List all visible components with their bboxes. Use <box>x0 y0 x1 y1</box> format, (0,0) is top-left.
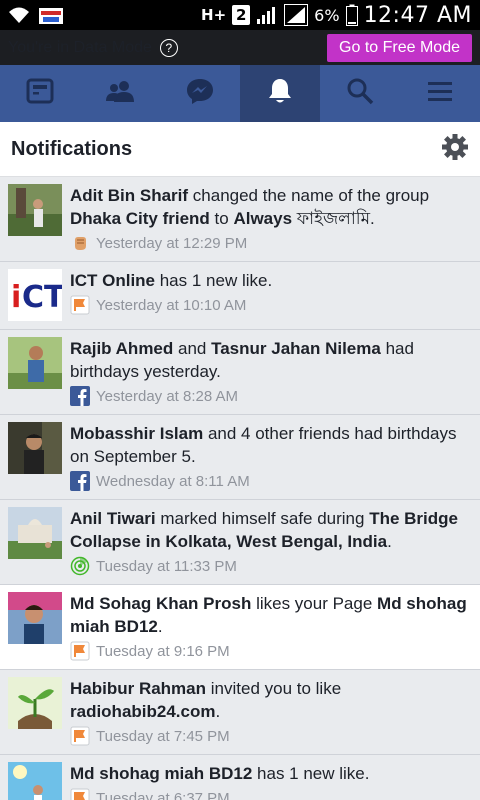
notification-time: Yesterday at 12:29 PM <box>96 234 248 252</box>
menu-icon <box>426 79 454 108</box>
notification-text: Habibur Rahman invited you to like radio… <box>70 677 472 723</box>
notification-text: ICT Online has 1 new like. <box>70 269 472 292</box>
messenger-icon <box>185 77 215 110</box>
notification-phrase: has 1 new like. <box>155 271 273 290</box>
notification-phrase: likes your Page <box>251 594 378 613</box>
notification-phrase: . <box>215 702 221 721</box>
notification-entity: radiohabib24.com <box>70 702 216 721</box>
notification-entity: ICT Online <box>70 271 155 290</box>
notification-entity: Mobasshir Islam <box>70 424 204 443</box>
page-flag-icon <box>70 726 90 746</box>
avatar <box>8 337 62 389</box>
notification-list: Adit Bin Sharif changed the name of the … <box>0 177 480 800</box>
free-mode-button[interactable]: Go to Free Mode <box>327 33 472 62</box>
data-mode-text: You're in Data Mode <box>8 39 152 56</box>
notification-entity: Dhaka City friend <box>70 209 210 228</box>
tab-menu[interactable] <box>400 65 480 122</box>
tab-friend-requests[interactable] <box>80 65 160 122</box>
page-flag-icon <box>70 295 90 315</box>
notification-item[interactable]: i CT ICT Online has 1 new like. Yesterday… <box>0 262 480 330</box>
notification-phrase: . <box>387 532 392 551</box>
notification-entity: Md shohag miah BD12 <box>70 764 253 783</box>
notification-phrase: to <box>209 209 234 228</box>
notification-entity: Rajib Ahmed <box>70 339 174 358</box>
search-icon <box>346 77 374 110</box>
avatar <box>8 184 62 236</box>
page-flag-icon <box>70 788 90 800</box>
notification-time: Wednesday at 8:11 AM <box>96 472 250 490</box>
avatar <box>8 762 62 800</box>
notification-time: Tuesday at 9:16 PM <box>96 642 230 660</box>
battery-percent: 6% <box>314 5 340 25</box>
page-flag-icon <box>70 641 90 661</box>
notification-time: Yesterday at 8:28 AM <box>96 387 239 405</box>
facebook-icon <box>70 386 90 406</box>
signal-sim2-icon <box>284 4 309 26</box>
network-type: H+ <box>201 6 227 24</box>
notification-entity: Habibur Rahman <box>70 679 207 698</box>
notification-text: Rajib Ahmed and Tasnur Jahan Nilema had … <box>70 337 472 383</box>
notification-text: Md shohag miah BD12 has 1 new like. <box>70 762 472 785</box>
notification-time: Tuesday at 7:45 PM <box>96 727 230 745</box>
tab-news-feed[interactable] <box>0 65 80 122</box>
notification-item[interactable]: Adit Bin Sharif changed the name of the … <box>0 177 480 262</box>
wifi-icon <box>8 6 30 24</box>
notification-text: Anil Tiwari marked himself safe during T… <box>70 507 472 553</box>
page-title: Notifications <box>11 137 133 160</box>
notification-phrase: and <box>173 339 212 358</box>
notification-entity: Always <box>233 209 293 228</box>
sim-badge: 2 <box>232 5 251 25</box>
notifications-header: Notifications <box>0 122 480 177</box>
avatar <box>8 677 62 729</box>
notification-item[interactable]: Rajib Ahmed and Tasnur Jahan Nilema had … <box>0 330 480 415</box>
notification-text: Md Sohag Khan Prosh likes your Page Md s… <box>70 592 472 638</box>
notification-text: Adit Bin Sharif changed the name of the … <box>70 184 472 230</box>
notification-time: Tuesday at 11:33 PM <box>96 557 237 575</box>
notification-item[interactable]: Anil Tiwari marked himself safe during T… <box>0 500 480 585</box>
notification-phrase: changed the name of the group <box>188 186 430 205</box>
help-icon[interactable]: ? <box>159 38 178 57</box>
tab-notifications[interactable] <box>240 65 320 122</box>
store-notification-icon <box>38 5 64 25</box>
facebook-icon <box>70 471 90 491</box>
notification-phrase: . <box>157 617 163 636</box>
clock: 12:47 AM <box>363 2 472 28</box>
fist-icon <box>70 233 90 253</box>
status-bar: H+ 2 6% 12:47 AM <box>0 0 480 30</box>
notification-item[interactable]: Md shohag miah BD12 has 1 new like. Tues… <box>0 755 480 800</box>
notification-item[interactable]: Md Sohag Khan Prosh likes your Page Md s… <box>0 585 480 670</box>
notification-phrase: has 1 new like. <box>252 764 370 783</box>
svg-text:i: i <box>11 280 21 315</box>
notification-text: Mobasshir Islam and 4 other friends had … <box>70 422 472 468</box>
avatar <box>8 592 62 644</box>
notification-entity: Anil Tiwari <box>70 509 156 528</box>
avatar: i CT <box>8 269 62 321</box>
notification-entity: Tasnur Jahan Nilema <box>211 339 381 358</box>
notification-time: Yesterday at 10:10 AM <box>96 296 247 314</box>
avatar <box>8 422 62 474</box>
tab-messages[interactable] <box>160 65 240 122</box>
top-nav <box>0 65 480 122</box>
news-feed-icon <box>26 78 54 109</box>
avatar <box>8 507 62 559</box>
tab-search[interactable] <box>320 65 400 122</box>
notification-entity: Md Sohag Khan Prosh <box>70 594 252 613</box>
safety-check-icon <box>70 556 90 576</box>
notification-phrase: ফাইজলামি. <box>292 209 375 228</box>
notification-item[interactable]: Mobasshir Islam and 4 other friends had … <box>0 415 480 500</box>
friends-icon <box>105 79 135 108</box>
notification-phrase: marked himself safe during <box>155 509 370 528</box>
data-mode-bar: You're in Data Mode ? Go to Free Mode <box>0 30 480 65</box>
battery-icon <box>345 4 358 26</box>
notification-item[interactable]: Habibur Rahman invited you to like radio… <box>0 670 480 755</box>
notification-phrase: invited you to like <box>206 679 342 698</box>
notification-entity: Adit Bin Sharif <box>70 186 189 205</box>
bell-icon <box>267 77 293 110</box>
notification-time: Tuesday at 6:37 PM <box>96 789 230 800</box>
signal-icon <box>256 5 278 25</box>
gear-icon[interactable] <box>441 133 469 166</box>
svg-text:CT: CT <box>22 280 62 315</box>
